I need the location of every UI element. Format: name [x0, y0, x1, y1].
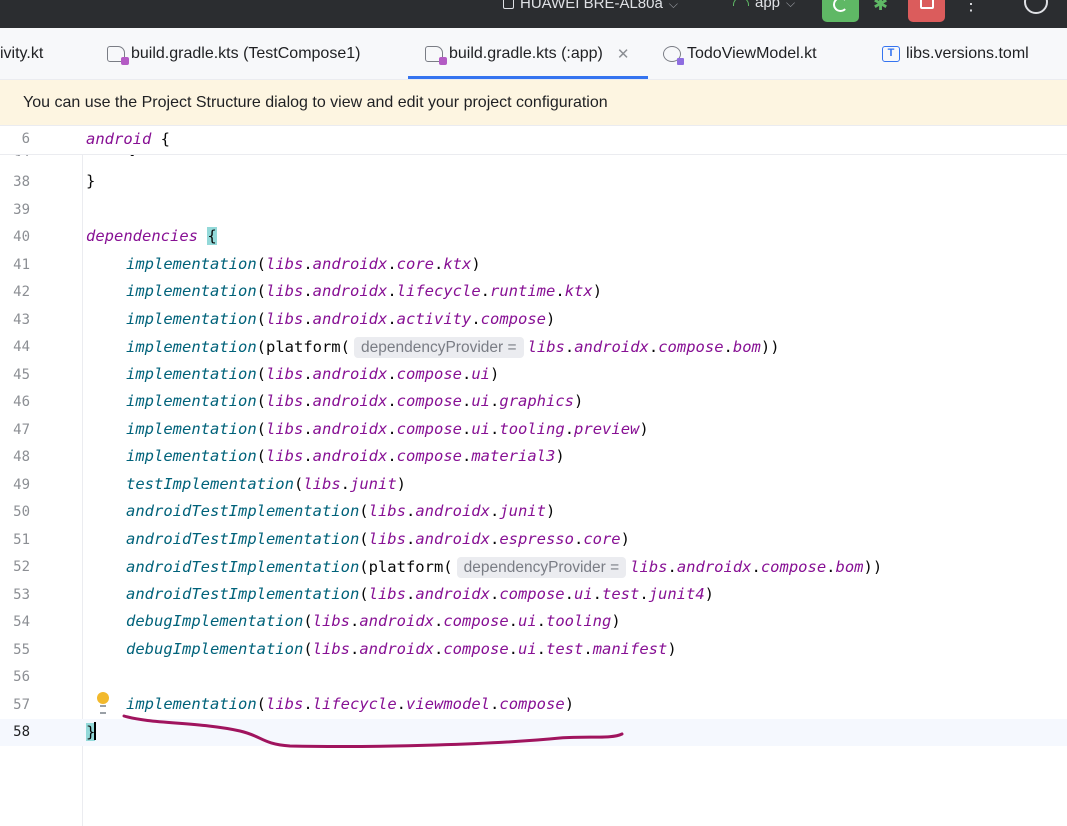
code-line-55: debugImplementation(libs.androidx.compos…	[126, 640, 677, 658]
line-number: 43	[13, 312, 30, 328]
phone-icon	[503, 0, 514, 9]
tab-label: build.gradle.kts (:app)	[449, 44, 603, 62]
active-tab-indicator	[408, 76, 648, 79]
line-number: 53	[13, 587, 30, 603]
editor-tab-bar: ivity.kt build.gradle.kts (TestCompose1)…	[0, 28, 1067, 80]
device-selector[interactable]: HUAWEI BRE-AL80a ⌵	[503, 0, 678, 12]
parameter-hint: dependencyProvider =	[456, 557, 627, 578]
project-structure-banner[interactable]: You can use the Project Structure dialog…	[0, 80, 1067, 126]
text-caret	[94, 722, 97, 740]
tab-build-gradle-app[interactable]: build.gradle.kts (:app) ✕	[425, 28, 629, 79]
code-line-49: testImplementation(libs.junit)	[126, 475, 407, 493]
tab-label: build.gradle.kts (TestCompose1)	[131, 44, 361, 62]
chevron-down-icon: ⌵	[786, 0, 796, 10]
tab-libs-versions-toml[interactable]: T libs.versions.toml	[882, 28, 1029, 79]
assistant-icon[interactable]	[1024, 0, 1048, 14]
line-number: 40	[13, 229, 30, 245]
code-line-45: implementation(libs.androidx.compose.ui)	[126, 365, 500, 383]
tab-activity-kt[interactable]: ivity.kt	[0, 28, 43, 79]
code-line-46: implementation(libs.androidx.compose.ui.…	[126, 392, 584, 410]
line-number: 50	[13, 504, 30, 520]
line-number-current: 58	[13, 724, 30, 740]
line-number: 38	[13, 174, 30, 190]
sticky-scroll-header[interactable]: 6 android {	[0, 126, 1067, 155]
code-line-44: implementation(platform(dependencyProvid…	[126, 337, 780, 358]
tab-label: ivity.kt	[0, 44, 44, 62]
banner-text: You can use the Project Structure dialog…	[23, 93, 608, 111]
parameter-hint: dependencyProvider =	[353, 337, 524, 358]
line-number: 42	[13, 284, 30, 300]
android-icon	[733, 0, 749, 6]
code-line-47: implementation(libs.androidx.compose.ui.…	[126, 420, 649, 438]
line-number: 48	[13, 449, 30, 465]
run-config-selector[interactable]: app ⌵	[733, 0, 795, 11]
code-line-51: androidTestImplementation(libs.androidx.…	[126, 530, 630, 548]
close-icon[interactable]: ✕	[617, 45, 630, 63]
line-number: 56	[13, 669, 30, 685]
code-line-54: debugImplementation(libs.androidx.compos…	[126, 612, 621, 630]
device-label: HUAWEI BRE-AL80a	[520, 0, 663, 12]
toml-file-icon: T	[882, 45, 900, 62]
line-number: 54	[13, 614, 30, 630]
code-line-58: }	[86, 722, 97, 741]
more-options-icon[interactable]: ⋮	[962, 0, 980, 15]
line-number: 45	[13, 367, 30, 383]
line-number: 49	[13, 477, 30, 493]
code-line-40: dependencies {	[86, 227, 217, 245]
code-line-52: androidTestImplementation(platform(depen…	[126, 557, 883, 578]
code-line-38: }	[86, 172, 96, 190]
line-number: 41	[13, 257, 30, 273]
line-number: 39	[13, 202, 30, 218]
code-line-43: implementation(libs.androidx.activity.co…	[126, 310, 556, 328]
code-line-41: implementation(libs.androidx.core.ktx)	[126, 255, 481, 273]
code-editor[interactable]: 6 android { 37 } 38 39 40 41 42 43 44 45…	[0, 126, 1067, 826]
line-number: 51	[13, 532, 30, 548]
line-number: 55	[13, 642, 30, 658]
code-line-42: implementation(libs.androidx.lifecycle.r…	[126, 282, 603, 300]
sticky-code: android {	[86, 130, 170, 148]
code-line-48: implementation(libs.androidx.compose.mat…	[126, 447, 565, 465]
tab-todo-viewmodel[interactable]: TodoViewModel.kt	[663, 28, 817, 79]
chevron-down-icon: ⌵	[668, 0, 678, 11]
gradle-file-icon	[425, 45, 447, 65]
tab-build-gradle-project[interactable]: build.gradle.kts (TestCompose1)	[107, 28, 360, 79]
code-line-50: androidTestImplementation(libs.androidx.…	[126, 502, 556, 520]
tab-label: libs.versions.toml	[906, 44, 1029, 62]
kotlin-file-icon	[663, 45, 684, 65]
code-line-53: androidTestImplementation(libs.androidx.…	[126, 585, 715, 603]
tab-label: TodoViewModel.kt	[687, 44, 817, 62]
run-config-label: app	[755, 0, 781, 11]
line-number: 44	[13, 339, 30, 355]
top-toolbar: HUAWEI BRE-AL80a ⌵ app ⌵ ✱ ⋮	[0, 0, 1067, 28]
gradle-file-icon	[107, 45, 129, 65]
line-number: 47	[13, 422, 30, 438]
line-number: 52	[13, 559, 30, 575]
code-line-57: implementation(libs.lifecycle.viewmodel.…	[126, 695, 575, 713]
current-line-highlight	[0, 719, 1067, 746]
line-number: 6	[21, 131, 30, 147]
debug-icon[interactable]: ✱	[873, 0, 888, 15]
rerun-button[interactable]	[822, 0, 859, 22]
line-number: 57	[13, 697, 30, 713]
line-number: 46	[13, 394, 30, 410]
lightbulb-icon[interactable]	[97, 692, 109, 714]
stop-button[interactable]	[908, 0, 945, 22]
